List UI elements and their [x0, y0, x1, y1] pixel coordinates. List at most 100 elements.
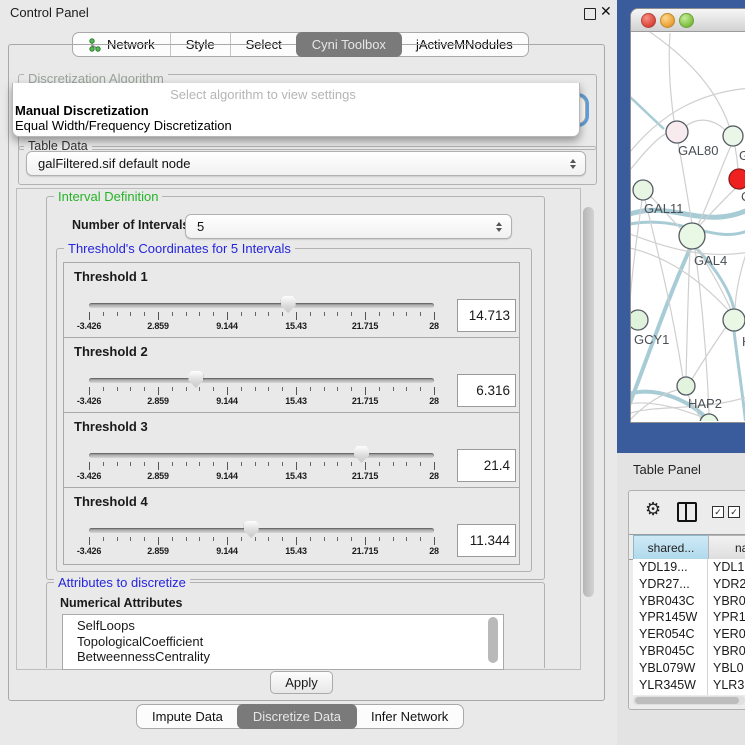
gear-icon[interactable]: ⚙ — [645, 500, 661, 518]
algorithm-option-equal-width-frequency[interactable]: Equal Width/Frequency Discretization — [15, 118, 232, 133]
slider-tick — [337, 537, 338, 541]
node-label-hap2: HAP2 — [688, 396, 722, 411]
node-selected-red[interactable] — [729, 169, 745, 189]
table-data-combobox[interactable]: galFiltered.sif default node — [26, 151, 586, 176]
slider-track[interactable] — [89, 303, 434, 308]
apply-button[interactable]: Apply — [270, 671, 333, 694]
table-row[interactable]: YER054CYER0 — [633, 626, 745, 643]
vertical-scrollbar[interactable] — [583, 207, 594, 597]
slider-tick — [379, 537, 380, 541]
slider-tick — [351, 462, 352, 466]
node-gcy1[interactable] — [631, 310, 648, 330]
slider-tick — [255, 537, 256, 541]
float-window-icon[interactable] — [584, 8, 596, 20]
slider-track[interactable] — [89, 378, 434, 383]
network-window-titlebar[interactable] — [631, 9, 745, 32]
node-partial-h[interactable] — [723, 309, 745, 331]
column-header-shared-name[interactable]: shared... — [633, 535, 709, 561]
attribute-item[interactable]: TopologicalCoefficient — [63, 634, 503, 650]
slider-tick-label: 21.715 — [352, 471, 378, 481]
slider-tick — [158, 387, 159, 395]
slider-tick — [172, 462, 173, 466]
slider-tick — [296, 387, 297, 395]
table-row[interactable]: YBL079WYBL0 — [633, 660, 745, 677]
column-header-name[interactable]: na — [708, 535, 745, 561]
slider-tick — [144, 312, 145, 316]
node-gal4[interactable] — [679, 223, 705, 249]
slider-thumb[interactable] — [281, 296, 296, 313]
network-canvas[interactable]: GAL80 G GAL11 C GAL4 GCY1 H HAP2 — [631, 32, 745, 421]
table-row[interactable]: YIL052CYIL0 — [633, 693, 745, 695]
number-of-intervals-combobox[interactable]: 5 — [185, 214, 512, 239]
checkbox-icon[interactable]: ✓ — [712, 506, 724, 518]
stepper-icon — [496, 222, 502, 232]
slider-tick — [103, 537, 104, 541]
table-row[interactable]: YLR345WYLR3 — [633, 677, 745, 694]
threshold-value-field[interactable]: 11.344 — [457, 524, 516, 557]
slider-tick — [89, 537, 90, 545]
slider-tick — [144, 462, 145, 466]
close-traffic-light-icon[interactable] — [641, 13, 656, 28]
node-gal11[interactable] — [633, 180, 653, 200]
node-partial-g[interactable] — [723, 126, 743, 146]
table-row[interactable]: YDR27...YDR2 — [633, 576, 745, 593]
table-panel-card: ⚙ ✓ ✓ shared... na YDL19...YDL1YDR27...Y… — [628, 490, 745, 710]
attribute-item[interactable]: SelfLoops — [63, 618, 503, 634]
node-gal80[interactable] — [666, 121, 688, 143]
threshold-value-field[interactable]: 6.316 — [457, 374, 516, 407]
slider-track[interactable] — [89, 528, 434, 533]
slider-tick — [393, 537, 394, 541]
slider-tick — [130, 537, 131, 541]
node-hap2[interactable] — [677, 377, 695, 395]
slider-tick — [199, 312, 200, 316]
slider-tick — [379, 387, 380, 391]
close-icon[interactable]: ✕ — [600, 3, 612, 20]
checkbox-icon[interactable]: ✓ — [728, 506, 740, 518]
attributes-list-scrollbar[interactable] — [488, 617, 498, 663]
attribute-item[interactable]: BetweennessCentrality — [63, 649, 503, 665]
slider-tick — [158, 312, 159, 320]
slider-tick — [199, 462, 200, 466]
minimize-traffic-light-icon[interactable] — [660, 13, 675, 28]
control-panel-title: Control Panel — [10, 5, 89, 20]
slider-tick — [434, 312, 435, 320]
threshold-panel-2: Threshold 2 -3.4262.8599.14415.4321.7152… — [63, 337, 520, 415]
network-window: GAL80 G GAL11 C GAL4 GCY1 H HAP2 — [630, 8, 745, 423]
slider-thumb[interactable] — [244, 521, 259, 538]
slider-tick — [227, 537, 228, 545]
threshold-label: Threshold 1 — [74, 269, 148, 284]
slider-tick — [255, 387, 256, 391]
slider-tick — [213, 537, 214, 541]
slider-thumb[interactable] — [354, 446, 369, 463]
table-row[interactable]: YPR145WYPR1 — [633, 609, 745, 626]
slider-tick — [241, 312, 242, 316]
tab-infer-network[interactable]: Infer Network — [356, 705, 463, 728]
slider-tick — [172, 537, 173, 541]
threshold-value-field[interactable]: 14.713 — [457, 299, 516, 332]
horizontal-scrollbar[interactable] — [633, 696, 745, 705]
cyni-bottom-tab-bar: Impute Data Discretize Data Infer Networ… — [136, 704, 464, 729]
columns-icon[interactable] — [677, 502, 697, 522]
tab-impute-data[interactable]: Impute Data — [137, 705, 238, 728]
node-label-gal80: GAL80 — [678, 143, 718, 158]
cell-name: YBR0 — [713, 594, 745, 608]
slider-tick — [117, 537, 118, 541]
horizontal-scrollbar-thumb[interactable] — [635, 697, 739, 704]
numerical-attributes-list[interactable]: SelfLoopsTopologicalCoefficientBetweenne… — [62, 614, 504, 670]
table-row[interactable]: YDL19...YDL1 — [633, 559, 745, 576]
slider-tick — [282, 387, 283, 391]
slider-tick-label: 2.859 — [147, 396, 169, 406]
algorithm-option-manual-discretization[interactable]: Manual Discretization — [15, 103, 149, 118]
slider-tick — [393, 312, 394, 316]
table-row[interactable]: YBR043CYBR0 — [633, 593, 745, 610]
slider-track[interactable] — [89, 453, 434, 458]
thresholds-group-label: Threshold's Coordinates for 5 Intervals — [64, 241, 295, 256]
tab-cyni-toolbox[interactable]: Cyni Toolbox — [296, 32, 402, 57]
slider-tick — [282, 462, 283, 466]
zoom-traffic-light-icon[interactable] — [679, 13, 694, 28]
slider-tick — [103, 462, 104, 466]
tab-discretize-data[interactable]: Discretize Data — [237, 704, 357, 729]
slider-thumb[interactable] — [188, 371, 203, 388]
threshold-value-field[interactable]: 21.4 — [457, 449, 516, 482]
table-row[interactable]: YBR045CYBR0 — [633, 643, 745, 660]
